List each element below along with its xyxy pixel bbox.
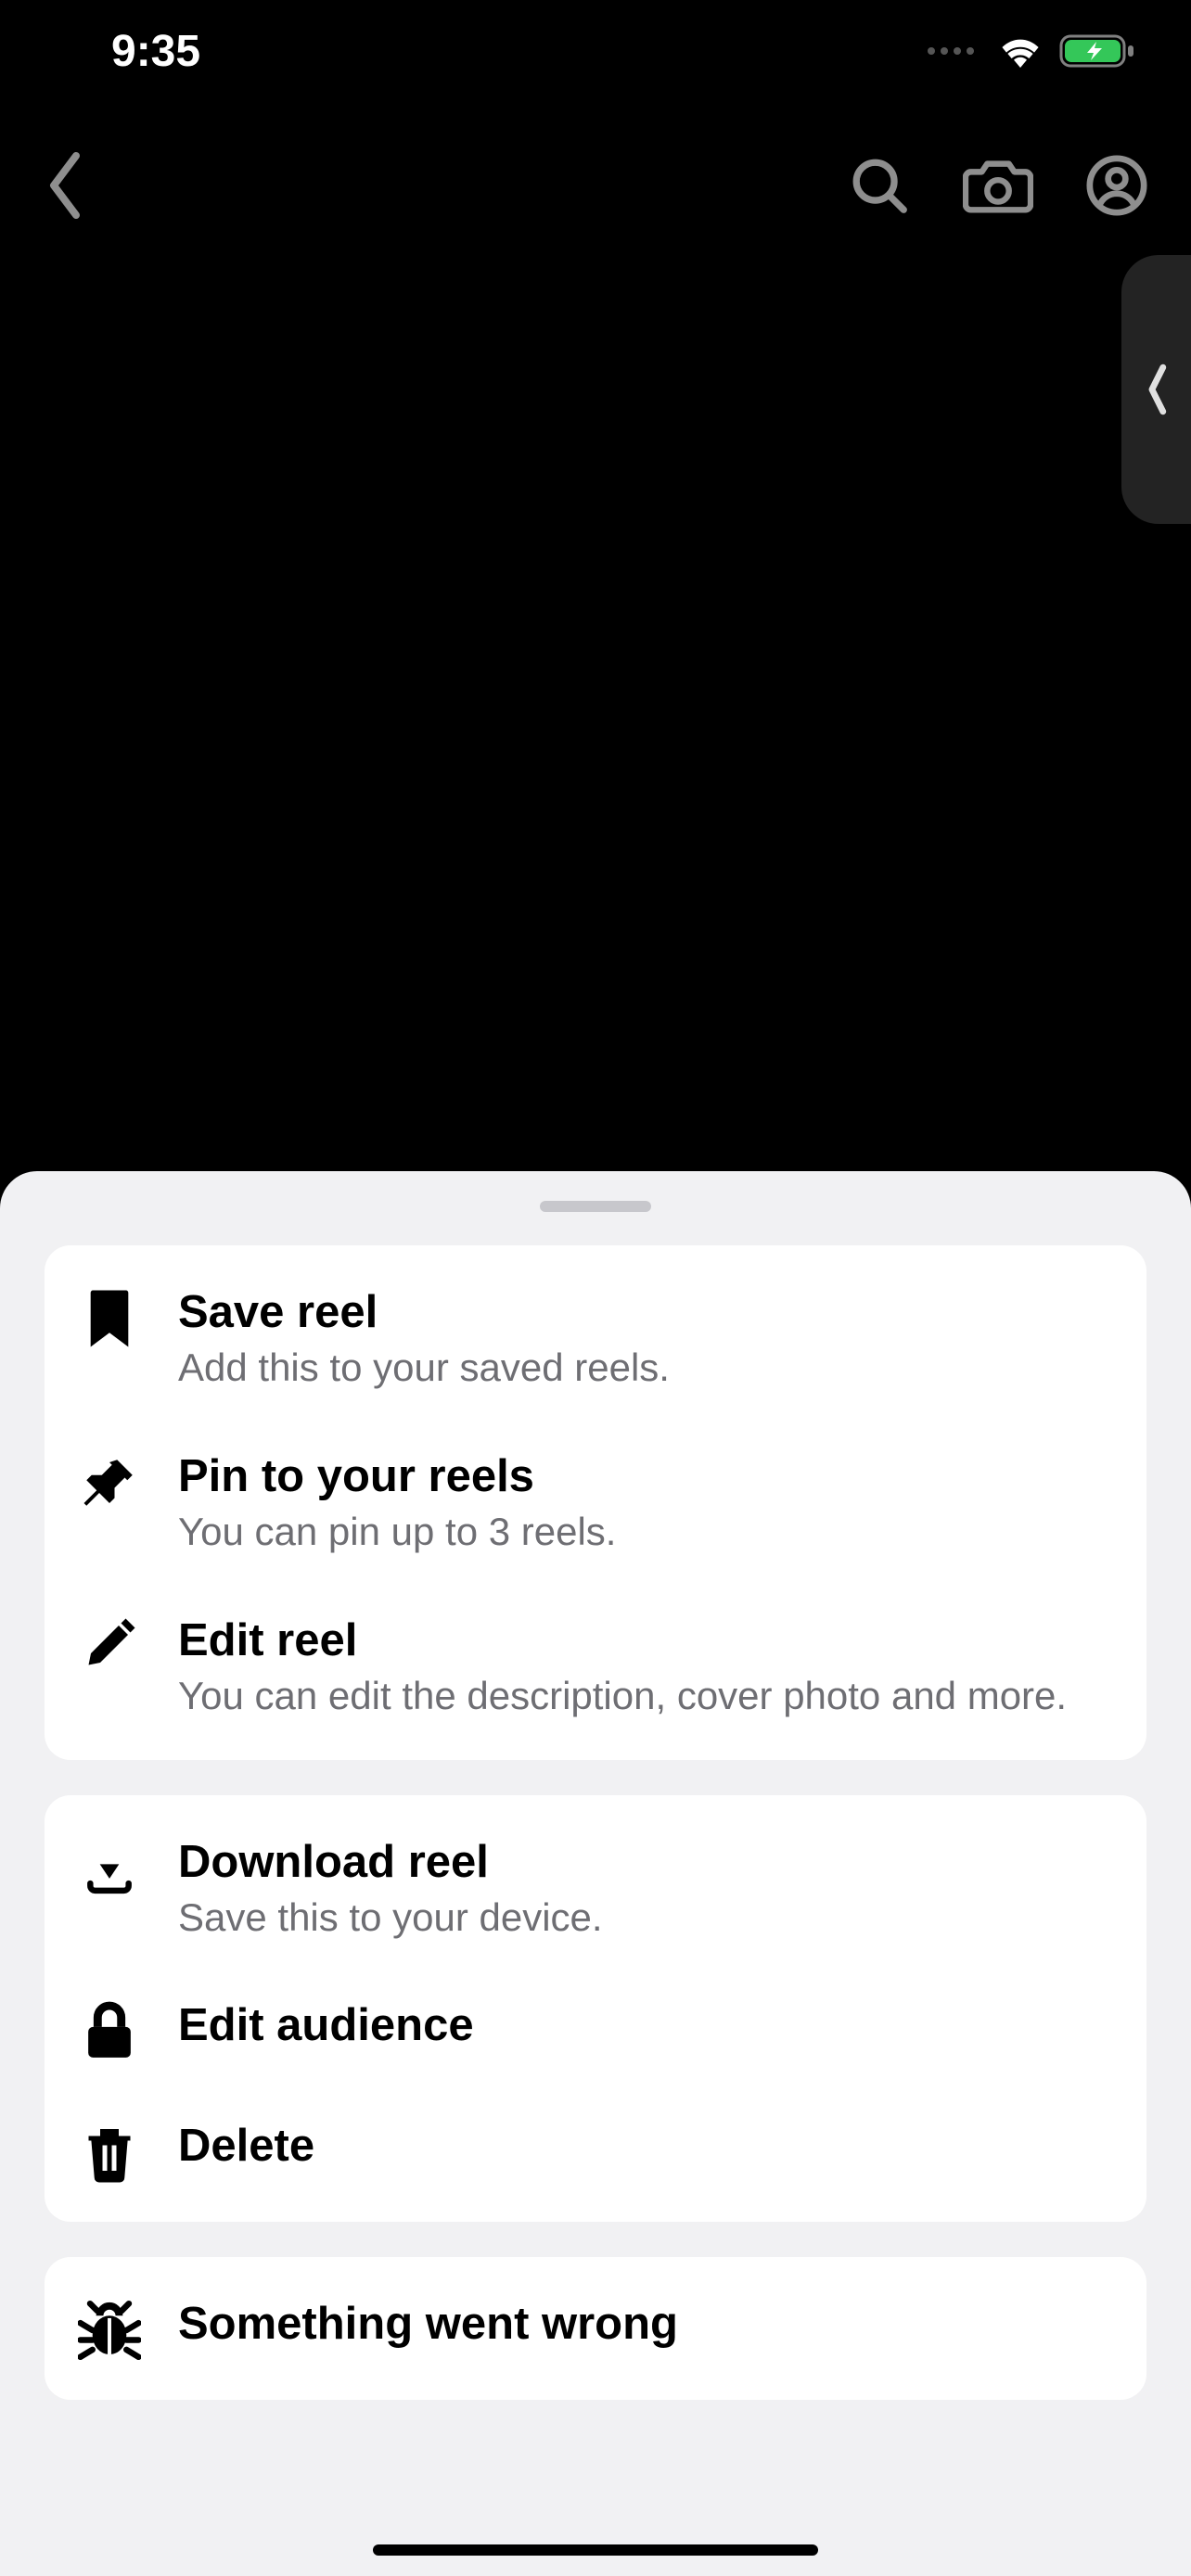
menu-subtitle: Save this to your device. [178, 1894, 1113, 1943]
battery-charging-icon [1059, 32, 1135, 70]
action-sheet: Save reel Add this to your saved reels. … [0, 1171, 1191, 2576]
sheet-group-1: Save reel Add this to your saved reels. … [45, 1245, 1146, 1760]
side-handle[interactable] [1121, 255, 1191, 524]
sheet-grabber[interactable] [540, 1201, 651, 1212]
menu-subtitle: Add this to your saved reels. [178, 1344, 1113, 1393]
cellular-dots-icon [928, 47, 974, 55]
camera-icon[interactable] [963, 153, 1033, 218]
profile-icon[interactable] [1084, 153, 1149, 218]
pencil-icon [78, 1613, 141, 1672]
back-button[interactable] [42, 148, 88, 223]
search-icon[interactable] [847, 153, 912, 218]
menu-title: Save reel [178, 1286, 1113, 1338]
menu-title: Delete [178, 2120, 1113, 2172]
status-time: 9:35 [111, 26, 200, 77]
menu-title: Download reel [178, 1836, 1113, 1888]
menu-edit-reel[interactable]: Edit reel You can edit the description, … [45, 1585, 1146, 1749]
trash-icon [78, 2118, 141, 2183]
bug-icon [78, 2296, 141, 2361]
menu-title: Pin to your reels [178, 1450, 1113, 1502]
top-nav [0, 139, 1191, 232]
lock-icon [78, 1997, 141, 2062]
bookmark-icon [78, 1284, 141, 1349]
sheet-group-3: Something went wrong [45, 2257, 1146, 2400]
status-right [928, 32, 1135, 70]
menu-pin-reel[interactable]: Pin to your reels You can pin up to 3 re… [45, 1421, 1146, 1585]
menu-edit-audience[interactable]: Edit audience [45, 1970, 1146, 2090]
menu-download-reel[interactable]: Download reel Save this to your device. [45, 1806, 1146, 1970]
download-icon [78, 1834, 141, 1895]
menu-delete[interactable]: Delete [45, 2090, 1146, 2211]
menu-title: Something went wrong [178, 2298, 1113, 2350]
pin-icon [78, 1448, 141, 1513]
menu-subtitle: You can edit the description, cover phot… [178, 1672, 1113, 1721]
sheet-group-2: Download reel Save this to your device. … [45, 1795, 1146, 2223]
menu-something-wrong[interactable]: Something went wrong [45, 2268, 1146, 2389]
wifi-icon [998, 33, 1043, 69]
menu-subtitle: You can pin up to 3 reels. [178, 1508, 1113, 1557]
status-bar: 9:35 [0, 0, 1191, 102]
menu-save-reel[interactable]: Save reel Add this to your saved reels. [45, 1256, 1146, 1421]
home-indicator[interactable] [373, 2544, 818, 2556]
menu-title: Edit reel [178, 1614, 1113, 1666]
menu-title: Edit audience [178, 1999, 1113, 2051]
